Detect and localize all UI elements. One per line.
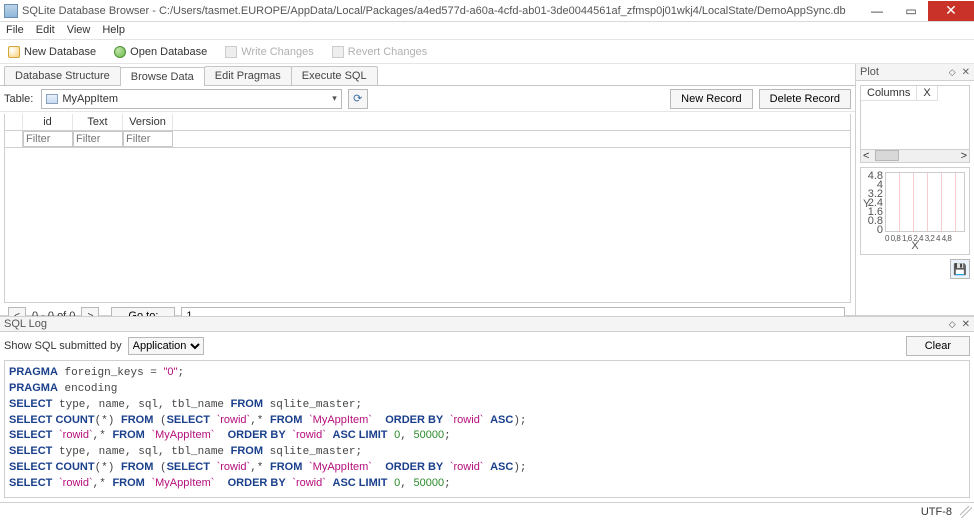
- sql-log-show-label: Show SQL submitted by: [4, 340, 122, 352]
- resize-grip-icon[interactable]: [960, 506, 972, 518]
- scroll-right-icon[interactable]: >: [961, 150, 967, 162]
- menu-file[interactable]: File: [6, 24, 24, 37]
- status-encoding: UTF-8: [921, 506, 952, 518]
- menu-help[interactable]: Help: [102, 24, 125, 37]
- plot-columns-table[interactable]: Columns X < >: [860, 85, 970, 163]
- grid-body[interactable]: [5, 148, 850, 302]
- sql-log-pin-icon[interactable]: ◇: [949, 319, 956, 330]
- sql-log-title: SQL Log: [4, 318, 47, 330]
- menu-edit[interactable]: Edit: [36, 24, 55, 37]
- plot-grid-area: [885, 172, 965, 232]
- filter-version[interactable]: [123, 131, 173, 147]
- filter-id[interactable]: [23, 131, 73, 147]
- open-database-icon: [114, 46, 126, 58]
- chevron-down-icon: ▾: [332, 93, 337, 104]
- delete-record-button[interactable]: Delete Record: [759, 89, 851, 109]
- revert-changes-icon: [332, 46, 344, 58]
- y-tick: 0: [877, 225, 883, 236]
- row-header-corner: [5, 114, 23, 130]
- plot-dock: Plot ◇ ✕ Columns X < > Y 4.8 4 3.2 2.4 1.…: [856, 64, 974, 315]
- plot-title: Plot: [860, 66, 879, 78]
- table-select-value: MyAppItem: [62, 93, 118, 105]
- plot-save-button[interactable]: 💾: [950, 259, 970, 279]
- tab-browse-data[interactable]: Browse Data: [120, 67, 205, 86]
- column-header-id[interactable]: id: [23, 114, 73, 130]
- status-bar: UTF-8: [0, 502, 974, 520]
- app-icon: [4, 4, 18, 18]
- sql-log-text[interactable]: PRAGMA foreign_keys = "0"; PRAGMA encodi…: [4, 360, 970, 498]
- sql-log-dock: SQL Log ◇ ✕ Show SQL submitted by Applic…: [0, 316, 974, 502]
- table-select[interactable]: MyAppItem ▾: [41, 89, 341, 109]
- window-title: SQLite Database Browser - C:/Users/tasme…: [22, 5, 860, 17]
- refresh-button[interactable]: ⟳: [348, 89, 368, 109]
- plot-chart: Y 4.8 4 3.2 2.4 1.6 0.8 0 0 0,8 1,6 2,4 …: [860, 167, 970, 255]
- close-button[interactable]: ✕: [928, 1, 974, 21]
- plot-col-header-columns[interactable]: Columns: [861, 86, 917, 101]
- minimize-button[interactable]: —: [860, 1, 894, 21]
- scroll-left-icon[interactable]: <: [863, 150, 869, 162]
- main-tabs: Database Structure Browse Data Edit Prag…: [0, 64, 855, 86]
- revert-changes-button: Revert Changes: [332, 46, 428, 58]
- title-bar: SQLite Database Browser - C:/Users/tasme…: [0, 0, 974, 22]
- tab-database-structure[interactable]: Database Structure: [4, 66, 121, 85]
- menu-bar: File Edit View Help: [0, 22, 974, 40]
- column-header-text[interactable]: Text: [73, 114, 123, 130]
- new-database-button[interactable]: New Database: [8, 46, 96, 58]
- sql-log-close-icon[interactable]: ✕: [962, 319, 970, 330]
- tab-edit-pragmas[interactable]: Edit Pragmas: [204, 66, 292, 85]
- x-axis-label: X: [861, 240, 969, 252]
- table-icon: [46, 94, 58, 104]
- filter-text[interactable]: [73, 131, 123, 147]
- menu-view[interactable]: View: [67, 24, 91, 37]
- tab-execute-sql[interactable]: Execute SQL: [291, 66, 378, 85]
- scrollbar-thumb[interactable]: [875, 150, 899, 161]
- table-label: Table:: [4, 93, 33, 105]
- main-toolbar: New Database Open Database Write Changes…: [0, 40, 974, 64]
- open-database-button[interactable]: Open Database: [114, 46, 207, 58]
- plot-close-icon[interactable]: ✕: [962, 67, 970, 78]
- write-changes-button: Write Changes: [225, 46, 314, 58]
- new-database-icon: [8, 46, 20, 58]
- column-header-version[interactable]: Version: [123, 114, 173, 130]
- maximize-button[interactable]: ▭: [894, 1, 928, 21]
- sql-log-clear-button[interactable]: Clear: [906, 336, 970, 356]
- plot-pin-icon[interactable]: ◇: [949, 67, 956, 78]
- new-record-button[interactable]: New Record: [670, 89, 753, 109]
- write-changes-icon: [225, 46, 237, 58]
- sql-log-source-select[interactable]: Application: [128, 337, 204, 355]
- plot-col-header-x[interactable]: X: [917, 86, 937, 101]
- data-grid[interactable]: id Text Version: [4, 114, 851, 303]
